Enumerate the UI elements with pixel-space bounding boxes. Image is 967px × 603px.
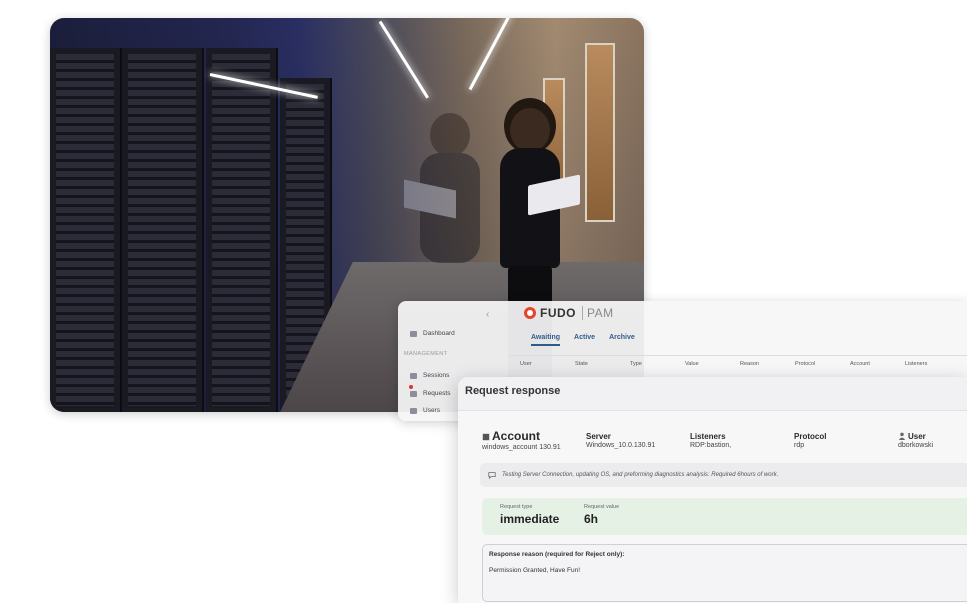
brand-name: FUDO [540,306,576,320]
sidebar-item-dashboard[interactable]: Dashboard [410,330,455,337]
server-rack [206,48,278,412]
request-type-label: Request type [500,504,533,510]
request-note: Testing Server Connection, updating OS, … [480,463,967,487]
sidebar-item-label: Requests [423,390,451,397]
listeners-value: RDP:bastion, [690,442,732,449]
dialog-title: Request response [465,385,561,397]
table-header: User State Type Value Reason Protocol Ac… [520,361,960,367]
column-header[interactable]: State [575,361,630,367]
response-reason-input[interactable]: Permission Granted, Have Fun! [489,567,580,574]
user-icon [898,432,906,440]
brand-suffix: PAM [582,306,614,320]
account-field: Account windows_account 130.91 [482,429,561,451]
column-header[interactable]: Type [630,361,685,367]
collapse-icon[interactable]: ‹ [486,309,489,320]
ceiling-light [468,18,514,91]
notification-badge [409,385,413,389]
request-value-value: 6h [584,512,599,526]
request-note-text: Testing Server Connection, updating OS, … [502,472,779,478]
server-value: Windows_10.0.130.91 [586,442,656,449]
column-header[interactable]: Protocol [795,361,850,367]
fudo-logo-icon [524,307,536,319]
comment-icon [488,472,496,479]
column-header[interactable]: Account [850,361,905,367]
server-field: Server Windows_10.0.130.91 [586,432,655,449]
user-field: User dborkowski [898,432,933,449]
account-label: Account [492,429,540,443]
request-type-value: immediate [500,512,560,526]
response-reason-label: Response reason (required for Reject onl… [489,551,625,558]
protocol-value: rdp [794,442,805,449]
tab-archive[interactable]: Archive [609,334,635,346]
account-value: windows_account 130.91 [482,444,561,451]
request-details: Request type immediate Request value 6h [482,498,967,535]
dashboard-icon [410,330,417,337]
sidebar-item-label: Dashboard [423,330,455,337]
divider [508,355,967,356]
sidebar-item-label: Users [423,407,440,414]
user-label: User [908,432,926,441]
request-tabs: Awaiting Active Archive [531,334,635,346]
column-header[interactable]: Reason [740,361,795,367]
column-header[interactable]: Listeners [905,361,960,367]
users-icon [410,407,417,414]
server-rack [50,48,122,412]
door [585,43,615,222]
ceiling-light [378,20,429,99]
sidebar-item-label: Sessions [423,372,450,379]
sidebar-item-users[interactable]: Users [410,407,440,414]
listeners-label: Listeners [690,432,726,441]
sidebar-item-sessions[interactable]: Sessions [410,372,449,379]
protocol-field: Protocol rdp [794,432,826,449]
server-rack [122,48,204,412]
response-reason-field[interactable]: Response reason (required for Reject onl… [482,544,967,602]
user-value: dborkowski [898,442,934,449]
tab-awaiting[interactable]: Awaiting [531,334,561,346]
book-icon [482,433,490,441]
sidebar-section-heading: MANAGEMENT [404,351,448,357]
request-value-label: Request value [584,504,620,510]
listeners-field: Listeners RDP:bastion, [690,432,731,449]
protocol-label: Protocol [794,432,827,441]
column-header[interactable]: Value [685,361,740,367]
request-response-dialog: Request response Account windows_account… [458,377,967,603]
column-header[interactable]: User [520,361,575,367]
sessions-icon [410,372,417,379]
server-label: Server [586,432,611,441]
brand-logo: FUDO PAM [524,306,614,320]
sidebar-item-requests[interactable]: Requests [410,390,450,397]
requests-icon [410,390,417,397]
tab-active[interactable]: Active [574,334,595,346]
